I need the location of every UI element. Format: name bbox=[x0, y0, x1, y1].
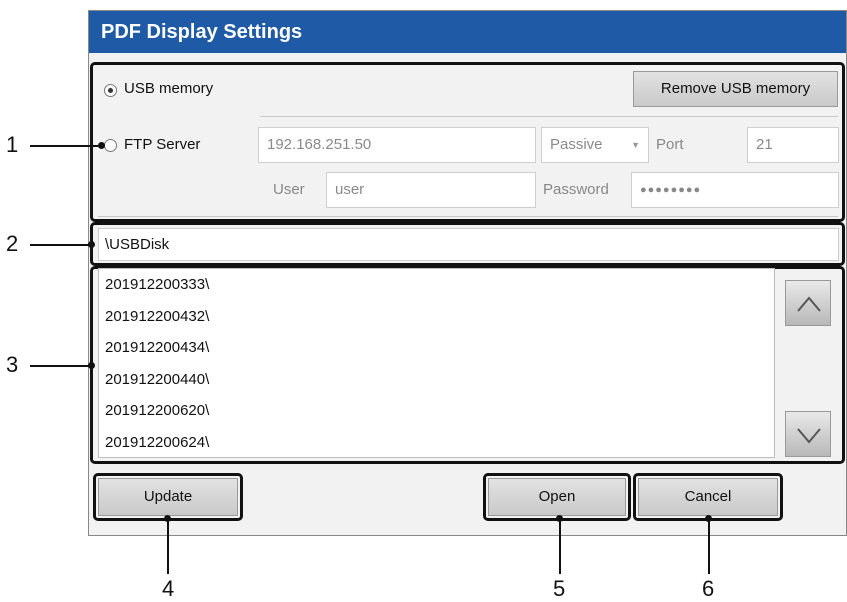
callout-leader-1 bbox=[30, 145, 102, 147]
chevron-up-icon bbox=[797, 296, 821, 312]
list-item[interactable]: 201912200624\ bbox=[99, 427, 774, 458]
callout-dot-1 bbox=[98, 142, 105, 149]
list-item[interactable]: 201912200333\ bbox=[99, 269, 774, 301]
remove-usb-memory-button[interactable]: Remove USB memory bbox=[633, 71, 838, 107]
separator bbox=[98, 216, 838, 217]
dialog-title: PDF Display Settings bbox=[89, 11, 846, 53]
callout-number-5: 5 bbox=[553, 576, 566, 601]
callout-leader-5 bbox=[559, 518, 561, 574]
password-label: Password bbox=[543, 181, 609, 198]
list-item[interactable]: 201912200440\ bbox=[99, 364, 774, 396]
callout-leader-2 bbox=[30, 244, 92, 246]
scroll-down-button[interactable] bbox=[785, 411, 831, 457]
callout-number-6: 6 bbox=[702, 576, 715, 601]
callout-leader-4 bbox=[167, 518, 169, 574]
ftp-server-radio[interactable] bbox=[104, 139, 117, 152]
user-field[interactable]: user bbox=[326, 172, 536, 208]
user-label: User bbox=[273, 181, 305, 198]
password-field[interactable]: ●●●●●●●● bbox=[631, 172, 839, 208]
callout-leader-6 bbox=[708, 518, 710, 574]
transfer-mode-select[interactable]: Passive ▼ bbox=[541, 127, 649, 163]
ftp-ip-field[interactable]: 192.168.251.50 bbox=[258, 127, 536, 163]
callout-dot-3 bbox=[88, 362, 95, 369]
callout-number-4: 4 bbox=[162, 576, 175, 601]
path-field[interactable]: \USBDisk bbox=[98, 228, 839, 261]
callout-number-1: 1 bbox=[6, 132, 19, 157]
chevron-down-icon bbox=[797, 428, 821, 444]
chevron-down-icon: ▼ bbox=[631, 140, 640, 150]
ftp-server-label[interactable]: FTP Server bbox=[124, 136, 200, 153]
callout-leader-3 bbox=[30, 365, 92, 367]
separator bbox=[260, 116, 838, 117]
callout-dot-2 bbox=[88, 241, 95, 248]
port-field[interactable]: 21 bbox=[747, 127, 839, 163]
callout-number-2: 2 bbox=[6, 231, 19, 256]
usb-memory-radio[interactable] bbox=[104, 84, 117, 97]
list-item[interactable]: 201912200620\ bbox=[99, 395, 774, 427]
list-item[interactable]: 201912200434\ bbox=[99, 332, 774, 364]
callout-number-3: 3 bbox=[6, 352, 19, 377]
cancel-button[interactable]: Cancel bbox=[638, 478, 778, 516]
open-button[interactable]: Open bbox=[488, 478, 626, 516]
usb-memory-label[interactable]: USB memory bbox=[124, 80, 213, 97]
transfer-mode-value: Passive bbox=[550, 136, 603, 153]
list-item[interactable]: 201912200432\ bbox=[99, 301, 774, 333]
update-button[interactable]: Update bbox=[98, 478, 238, 516]
file-list[interactable]: 201912200333\ 201912200432\ 201912200434… bbox=[98, 268, 775, 458]
port-label: Port bbox=[656, 136, 684, 153]
scroll-up-button[interactable] bbox=[785, 280, 831, 326]
